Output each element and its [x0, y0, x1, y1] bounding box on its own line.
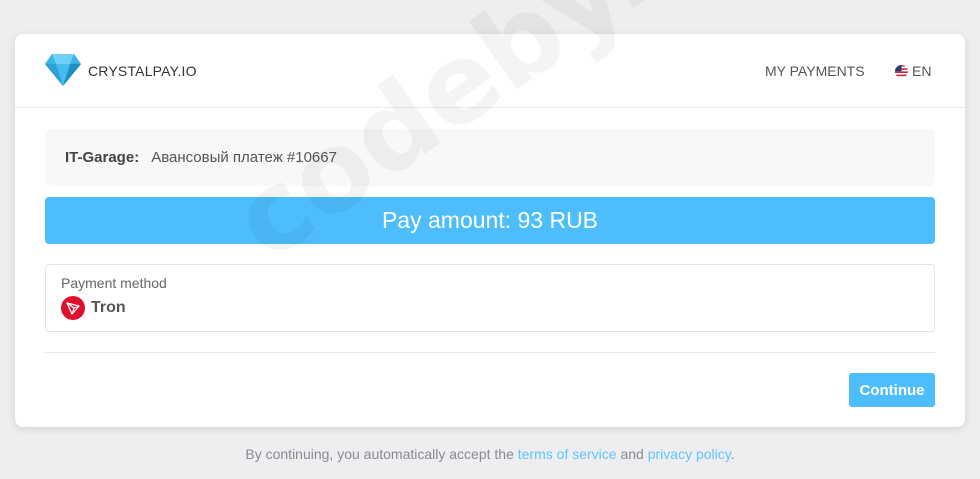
- payment-method-label: Payment method: [61, 275, 167, 291]
- tron-icon: [61, 296, 85, 320]
- payment-method-value: Tron: [91, 299, 126, 316]
- header-bar: CRYSTALPAY.IO MY PAYMENTS EN: [15, 34, 965, 108]
- invoice-description: Авансовый платеж #10667: [151, 149, 337, 166]
- terms-of-service-link[interactable]: terms of service: [518, 446, 617, 462]
- language-selector[interactable]: EN: [895, 63, 931, 79]
- invoice-info: IT-Garage: Авансовый платеж #10667: [45, 129, 935, 186]
- language-label: EN: [912, 63, 932, 79]
- footer-and: and: [620, 446, 644, 462]
- footer-text: By continuing, you automatically accept …: [245, 446, 514, 462]
- pay-amount-banner: Pay amount: 93 RUB: [45, 197, 935, 244]
- divider: [45, 352, 935, 353]
- footer-period: .: [730, 446, 735, 462]
- continue-button[interactable]: Continue: [849, 373, 935, 407]
- payment-card: CRYSTALPAY.IO MY PAYMENTS EN IT-Garage: …: [15, 34, 965, 427]
- merchant-name: IT-Garage:: [65, 149, 140, 166]
- privacy-policy-link[interactable]: privacy policy: [648, 446, 731, 462]
- my-payments-link[interactable]: MY PAYMENTS: [765, 63, 865, 79]
- brand-name: CRYSTALPAY.IO: [88, 63, 197, 79]
- diamond-logo-icon: [45, 54, 81, 86]
- us-flag-icon: [895, 64, 908, 78]
- footer-terms: By continuing, you automatically accept …: [0, 446, 980, 462]
- payment-method-selector[interactable]: Payment method Tron: [45, 264, 935, 332]
